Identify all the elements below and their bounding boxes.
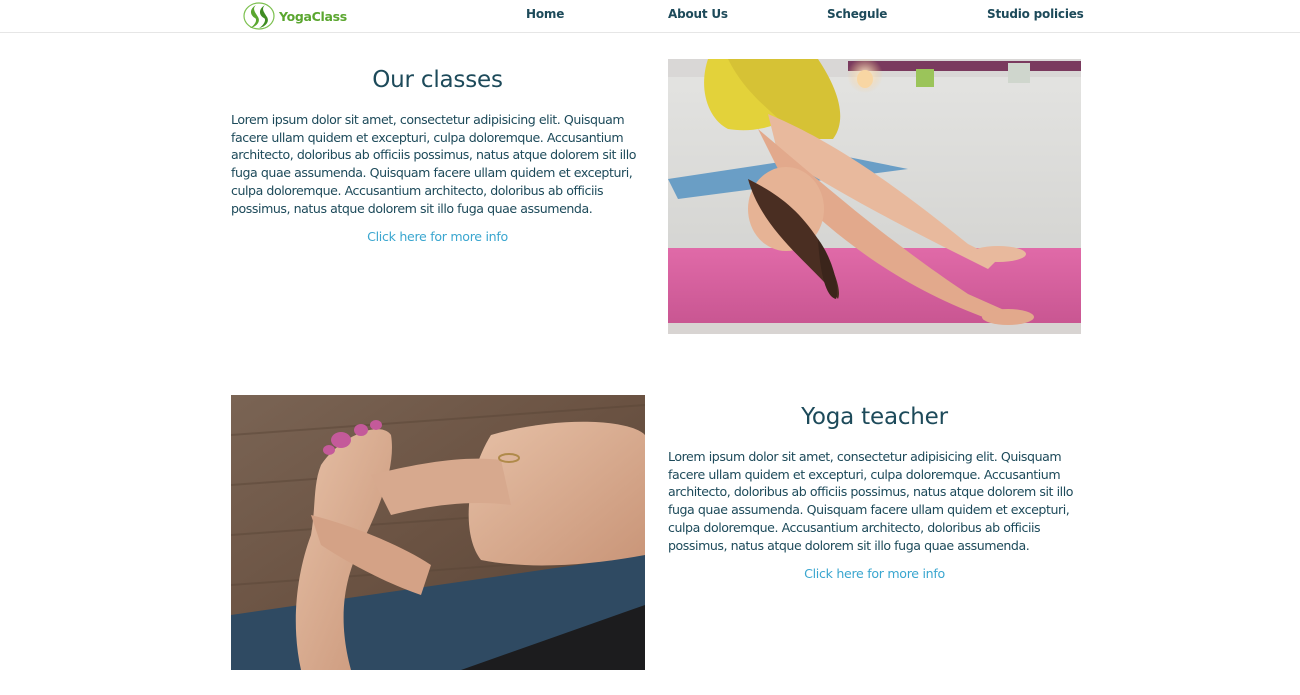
nav-schedule-link[interactable]: Schegule: [827, 7, 887, 21]
nav-studio-policies-link[interactable]: Studio policies: [987, 7, 1084, 21]
yoga-leaf-logo-icon: [242, 1, 276, 31]
yoga-teacher-description: Lorem ipsum dolor sit amet, consectetur …: [668, 449, 1074, 553]
yoga-teacher-more-info-link[interactable]: Click here for more info: [668, 566, 1081, 581]
brand-home-link[interactable]: YogaClass: [242, 1, 347, 31]
our-classes-more-info-link[interactable]: Click here for more info: [231, 229, 644, 244]
yoga-teacher-heading: Yoga teacher: [801, 404, 948, 430]
brand-name: YogaClass: [279, 8, 347, 24]
woman-downward-dog-pose-photo: [668, 59, 1081, 334]
our-classes-heading: Our classes: [372, 67, 503, 93]
top-navbar: YogaClass Home About Us Schegule Studio …: [0, 0, 1300, 33]
nav-about-us-link[interactable]: About Us: [668, 7, 728, 21]
our-classes-description: Lorem ipsum dolor sit amet, consectetur …: [231, 112, 637, 216]
hands-holding-foot-stretch-photo: [231, 395, 645, 670]
nav-home-link[interactable]: Home: [526, 7, 564, 21]
